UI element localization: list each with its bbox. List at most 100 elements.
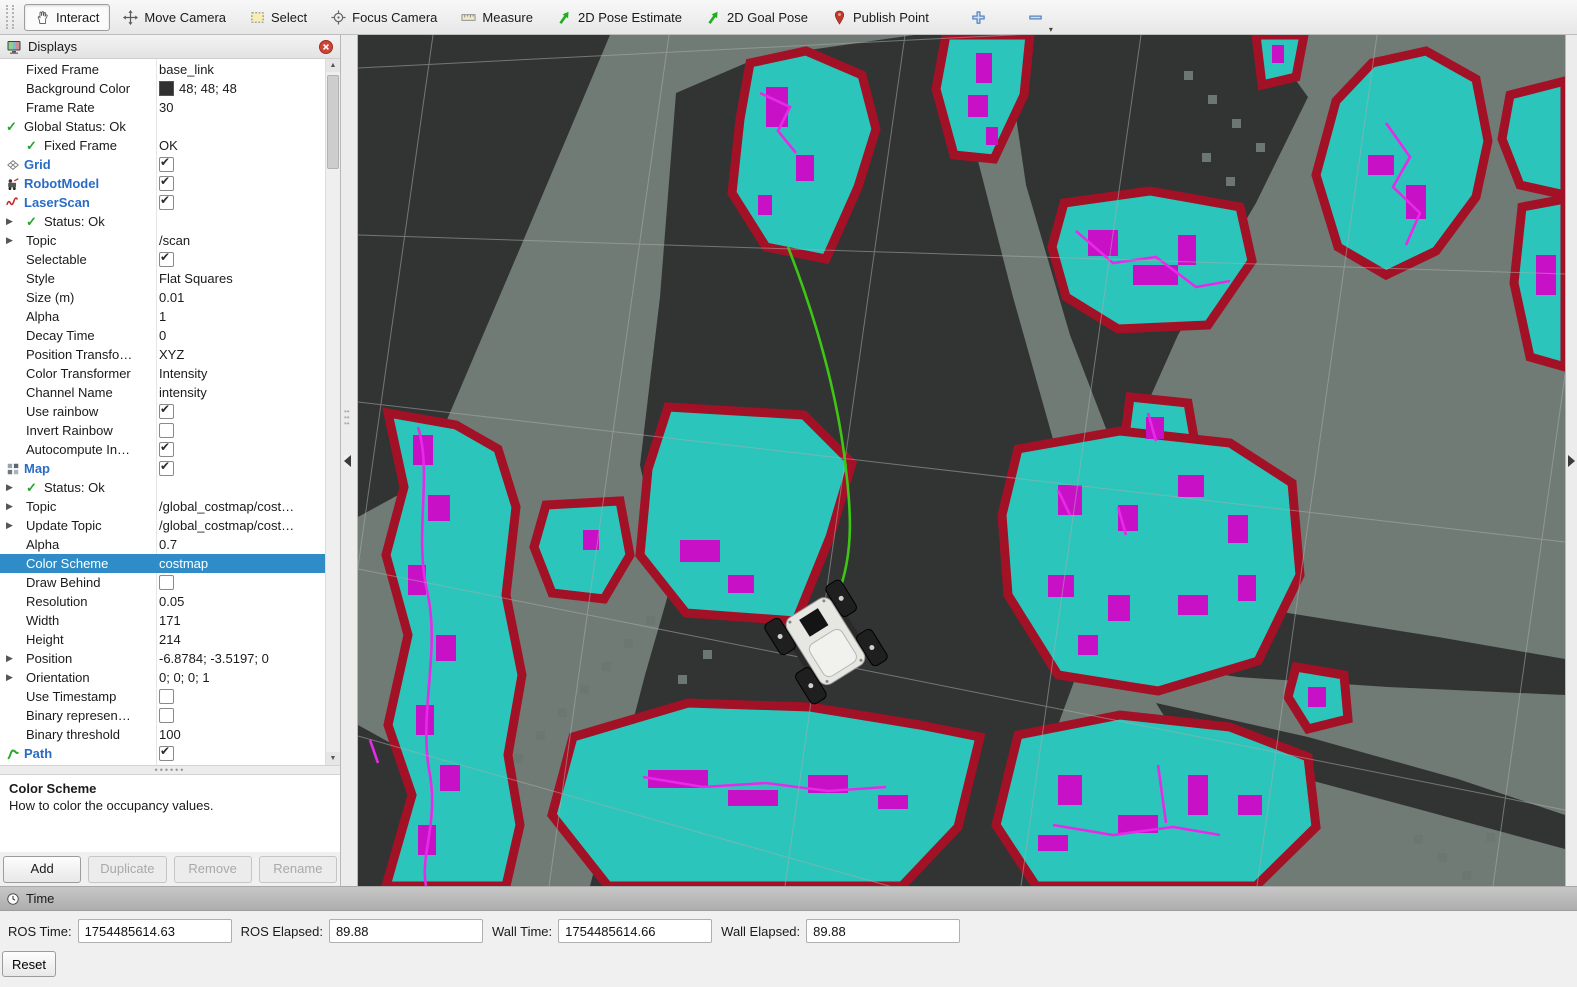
tree-row-position[interactable]: ▶Position-6.8784; -3.5197; 0 [0, 649, 326, 668]
toolbar-grip[interactable] [6, 5, 14, 29]
tree-row-binary-represen[interactable]: Binary represen… [0, 706, 326, 725]
tree-row-map[interactable]: Map [0, 459, 326, 478]
size-m-value[interactable]: 0.01 [156, 290, 326, 305]
laserscan-checkbox[interactable] [159, 195, 174, 210]
tree-row-fixed-frame[interactable]: Fixed Framebase_link [0, 60, 326, 79]
tree-row-path[interactable]: Path [0, 744, 326, 763]
tree-row-channel-name[interactable]: Channel Nameintensity [0, 383, 326, 402]
expand-arrow-icon[interactable]: ▶ [6, 235, 26, 246]
tree-row-color-transformer[interactable]: Color TransformerIntensity [0, 364, 326, 383]
tree-row-resolution[interactable]: Resolution0.05 [0, 592, 326, 611]
tree-row-use-timestamp[interactable]: Use Timestamp [0, 687, 326, 706]
tree-row-size-m[interactable]: Size (m)0.01 [0, 288, 326, 307]
left-splitter[interactable]: •••••• [341, 35, 358, 886]
tree-row-update-topic[interactable]: ▶Update Topic/global_costmap/cost… [0, 516, 326, 535]
tree-row-height[interactable]: Height214 [0, 630, 326, 649]
rename-button[interactable]: Rename [259, 856, 337, 883]
right-splitter[interactable] [1565, 35, 1577, 886]
topic-value[interactable]: /global_costmap/cost… [156, 499, 326, 514]
tool-plus-button[interactable] [964, 4, 993, 31]
decay-time-value[interactable]: 0 [156, 328, 326, 343]
robotmodel-checkbox[interactable] [159, 176, 174, 191]
tree-row-fixed-frame[interactable]: ✓Fixed FrameOK [0, 136, 326, 155]
expand-arrow-icon[interactable]: ▶ [6, 216, 26, 227]
position-transfo-value[interactable]: XYZ [156, 347, 326, 362]
tool-2d-goal-pose-button[interactable]: 2D Goal Pose [695, 4, 819, 31]
background-color-value[interactable]: 48; 48; 48 [156, 81, 326, 96]
tree-row-binary-threshold[interactable]: Binary threshold100 [0, 725, 326, 744]
tree-row-autocompute-in[interactable]: Autocompute In… [0, 440, 326, 459]
tree-row-selectable[interactable]: Selectable [0, 250, 326, 269]
tree-row-robotmodel[interactable]: RobotModel [0, 174, 326, 193]
toolbar-overflow-icon[interactable]: ▾ [1049, 25, 1053, 34]
alpha-value[interactable]: 0.7 [156, 537, 326, 552]
tool-2d-pose-estimate-button[interactable]: 2D Pose Estimate [546, 4, 693, 31]
tree-row-background-color[interactable]: Background Color48; 48; 48 [0, 79, 326, 98]
scrollbar-thumb[interactable] [327, 75, 339, 169]
tool-publish-point-button[interactable]: Publish Point [821, 4, 940, 31]
draw-behind-checkbox[interactable] [159, 575, 174, 590]
duplicate-button[interactable]: Duplicate [88, 856, 166, 883]
tree-scrollbar[interactable]: ▲ ▼ [325, 59, 340, 765]
expand-arrow-icon[interactable]: ▶ [6, 653, 26, 664]
tool-minus-button[interactable]: ▾ [1021, 4, 1050, 31]
autocompute-in-checkbox[interactable] [159, 442, 174, 457]
use-rainbow-checkbox[interactable] [159, 404, 174, 419]
tree-row-position-transfo[interactable]: Position Transfo…XYZ [0, 345, 326, 364]
ros-time-input[interactable] [78, 919, 232, 943]
tree-row-laserscan[interactable]: LaserScan [0, 193, 326, 212]
panel-splitter-handle[interactable]: •••••• [0, 765, 340, 775]
tree-row-status-ok[interactable]: ▶✓Status: Ok [0, 212, 326, 231]
channel-name-value[interactable]: intensity [156, 385, 326, 400]
grid-checkbox[interactable] [159, 157, 174, 172]
expand-arrow-icon[interactable]: ▶ [6, 520, 26, 531]
close-icon[interactable] [318, 39, 334, 55]
alpha-value[interactable]: 1 [156, 309, 326, 324]
tool-select-button[interactable]: Select [239, 4, 318, 31]
wall-elapsed-input[interactable] [806, 919, 960, 943]
color-swatch[interactable] [159, 81, 174, 96]
scrollbar-down-icon[interactable]: ▼ [326, 752, 340, 765]
tool-move-camera-button[interactable]: Move Camera [112, 4, 237, 31]
remove-button[interactable]: Remove [174, 856, 252, 883]
add-button[interactable]: Add [3, 856, 81, 883]
tree-row-alpha[interactable]: Alpha0.7 [0, 535, 326, 554]
costmap-scene[interactable] [358, 35, 1565, 886]
tree-row-style[interactable]: StyleFlat Squares [0, 269, 326, 288]
collapse-right-icon[interactable] [1568, 455, 1575, 467]
height-value[interactable]: 214 [156, 632, 326, 647]
3d-viewport[interactable] [358, 35, 1565, 886]
orientation-value[interactable]: 0; 0; 0; 1 [156, 670, 326, 685]
path-checkbox[interactable] [159, 746, 174, 761]
tool-measure-button[interactable]: Measure [450, 4, 544, 31]
scrollbar-up-icon[interactable]: ▲ [326, 59, 340, 72]
tree-row-invert-rainbow[interactable]: Invert Rainbow [0, 421, 326, 440]
tree-row-color-scheme[interactable]: Color Schemecostmap [0, 554, 326, 573]
style-value[interactable]: Flat Squares [156, 271, 326, 286]
collapse-left-icon[interactable] [344, 455, 351, 467]
fixed-frame-value[interactable]: base_link [156, 62, 326, 77]
resolution-value[interactable]: 0.05 [156, 594, 326, 609]
tree-row-topic[interactable]: ▶Topic/scan [0, 231, 326, 250]
wall-time-input[interactable] [558, 919, 712, 943]
frame-rate-value[interactable]: 30 [156, 100, 326, 115]
tool-focus-camera-button[interactable]: Focus Camera [320, 4, 448, 31]
ros-elapsed-input[interactable] [329, 919, 483, 943]
color-transformer-value[interactable]: Intensity [156, 366, 326, 381]
binary-threshold-value[interactable]: 100 [156, 727, 326, 742]
tree-row-decay-time[interactable]: Decay Time0 [0, 326, 326, 345]
expand-arrow-icon[interactable]: ▶ [6, 672, 26, 683]
invert-rainbow-checkbox[interactable] [159, 423, 174, 438]
use-timestamp-checkbox[interactable] [159, 689, 174, 704]
displays-panel-header[interactable]: Displays [0, 35, 340, 59]
expand-arrow-icon[interactable]: ▶ [6, 501, 26, 512]
update-topic-value[interactable]: /global_costmap/cost… [156, 518, 326, 533]
map-checkbox[interactable] [159, 461, 174, 476]
tree-row-use-rainbow[interactable]: Use rainbow [0, 402, 326, 421]
tree-row-alpha[interactable]: Alpha1 [0, 307, 326, 326]
width-value[interactable]: 171 [156, 613, 326, 628]
binary-represen-checkbox[interactable] [159, 708, 174, 723]
tree-row-draw-behind[interactable]: Draw Behind [0, 573, 326, 592]
tree-row-frame-rate[interactable]: Frame Rate30 [0, 98, 326, 117]
tree-row-grid[interactable]: Grid [0, 155, 326, 174]
